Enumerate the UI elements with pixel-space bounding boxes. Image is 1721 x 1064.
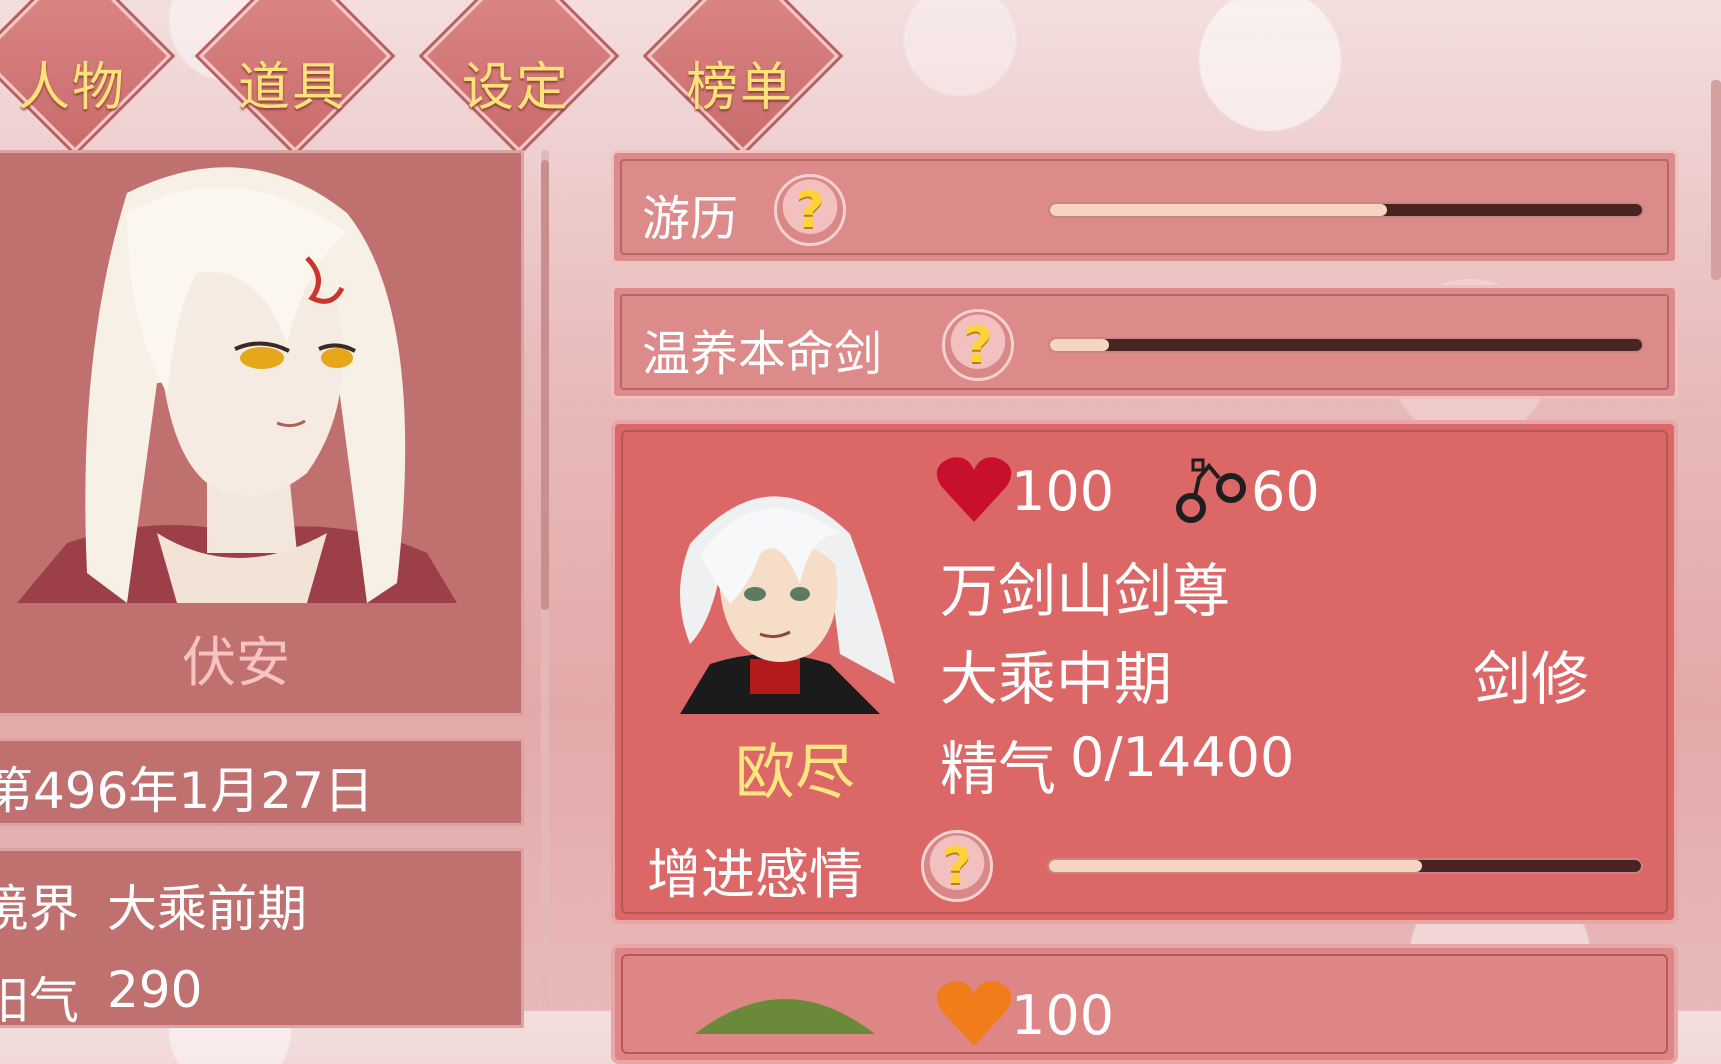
yang-value: 290 (107, 961, 203, 1019)
yang-label: 阳气 (0, 972, 79, 1030)
tab-settings[interactable]: 设定 (416, 0, 616, 170)
activity-label: 游历 (642, 191, 739, 247)
question-icon[interactable]: ? (942, 309, 1014, 381)
progress-bar (1049, 860, 1641, 872)
activity-label: 温养本命剑 (642, 326, 883, 382)
activity-row-sword: 温养本命剑 ? (611, 285, 1678, 399)
handcuffs-icon (1176, 458, 1246, 523)
companion-card-next[interactable]: 100 (611, 944, 1678, 1064)
right-scrollbar-thumb[interactable] (1711, 80, 1721, 280)
character-portrait-panel: 伏安 (0, 150, 524, 716)
stats-panel: 境界 大乘前期 阳气 290 (0, 848, 524, 1030)
progress-fill (1049, 860, 1422, 872)
heart-icon (936, 981, 1012, 1046)
companion-card[interactable]: 欧尽 100 60 万剑山剑尊 大乘中期 剑修 精气 0/14400 增进感情 … (611, 420, 1678, 924)
companion-realm: 大乘中期 (940, 645, 1173, 713)
realm-label: 境界 (0, 880, 79, 938)
companion-title: 万剑山剑尊 (940, 557, 1231, 625)
tab-label: 设定 (461, 58, 570, 118)
tab-label: 人物 (17, 58, 126, 118)
game-date: 第496年1月27日 (0, 762, 374, 820)
realm-value: 大乘前期 (107, 880, 307, 938)
companion-portrait (695, 999, 875, 1034)
question-icon[interactable]: ? (774, 174, 846, 246)
companion-class: 剑修 (1473, 645, 1590, 713)
tab-label: 道具 (237, 58, 346, 118)
affection-value: 100 (1011, 984, 1115, 1047)
essence-label: 精气 (940, 735, 1057, 803)
progress-fill (1050, 204, 1388, 216)
action-label: 增进感情 (647, 843, 863, 906)
scrollbar-thumb[interactable] (541, 160, 549, 610)
tab-label: 榜单 (685, 58, 794, 118)
essence-value: 0/14400 (1070, 726, 1295, 789)
companion-portrait (680, 496, 895, 714)
activity-row-travel: 游历 ? (611, 150, 1678, 264)
progress-fill (1050, 339, 1110, 351)
tab-character[interactable]: 人物 (0, 0, 172, 170)
progress-bar (1050, 339, 1642, 351)
tab-items[interactable]: 道具 (192, 0, 392, 170)
heart-icon (936, 457, 1012, 522)
companion-name: 欧尽 (735, 738, 855, 808)
character-name: 伏安 (182, 631, 290, 694)
bond-value: 60 (1251, 460, 1320, 523)
date-panel: 第496年1月27日 (0, 738, 524, 826)
question-icon[interactable]: ? (921, 830, 993, 902)
character-portrait (17, 167, 457, 603)
affection-value: 100 (1011, 460, 1115, 523)
tab-rankings[interactable]: 榜单 (640, 0, 840, 170)
progress-bar (1050, 204, 1642, 216)
